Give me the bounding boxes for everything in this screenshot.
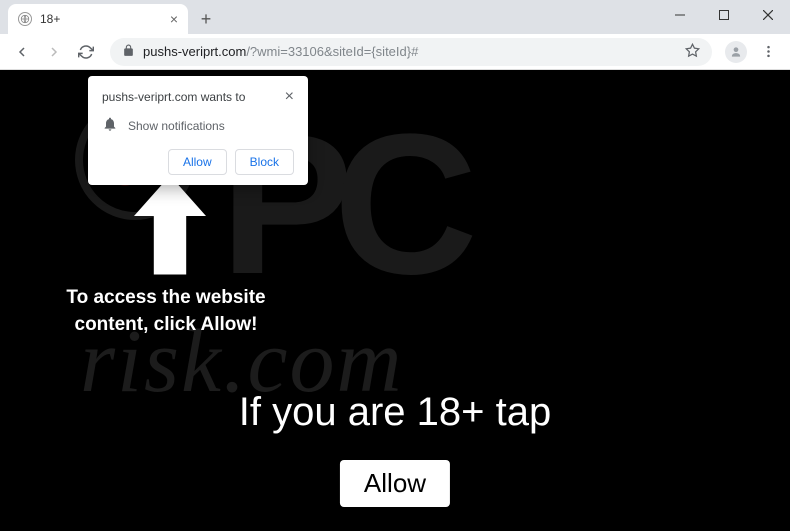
back-button[interactable] (8, 38, 36, 66)
window-controls (658, 0, 790, 30)
new-tab-button[interactable]: + (192, 5, 220, 33)
profile-avatar[interactable] (722, 38, 750, 66)
minimize-button[interactable] (658, 0, 702, 30)
bell-icon (102, 116, 118, 135)
window-titlebar: 18+ × + (0, 0, 790, 34)
globe-icon (18, 12, 32, 26)
star-icon[interactable] (685, 43, 700, 61)
allow-notifications-button[interactable]: Allow (168, 149, 227, 175)
popup-close-icon[interactable]: × (285, 88, 294, 106)
forward-button[interactable] (40, 38, 68, 66)
notification-permission-popup: pushs-veriprt.com wants to × Show notifi… (88, 76, 308, 185)
arrow-up-icon (125, 170, 215, 285)
headline-text: If you are 18+ tap (0, 390, 790, 435)
popup-message: Show notifications (128, 119, 225, 133)
address-bar[interactable]: pushs-veriprt.com/?wmi=33106&siteId={sit… (110, 38, 712, 66)
browser-toolbar: pushs-veriprt.com/?wmi=33106&siteId={sit… (0, 34, 790, 70)
page-allow-button[interactable]: Allow (340, 460, 450, 507)
tab-close-icon[interactable]: × (170, 11, 178, 27)
url-text: pushs-veriprt.com/?wmi=33106&siteId={sit… (143, 44, 677, 59)
browser-tab[interactable]: 18+ × (8, 4, 188, 34)
tab-title: 18+ (40, 12, 60, 26)
lock-icon (122, 44, 135, 60)
instruction-text: To access the website content, click All… (56, 285, 276, 338)
block-notifications-button[interactable]: Block (235, 149, 294, 175)
popup-origin: pushs-veriprt.com wants to (102, 90, 245, 104)
close-window-button[interactable] (746, 0, 790, 30)
maximize-button[interactable] (702, 0, 746, 30)
menu-button[interactable] (754, 38, 782, 66)
reload-button[interactable] (72, 38, 100, 66)
page-content: PC risk.com pushs-veriprt.com wants to ×… (0, 70, 790, 531)
